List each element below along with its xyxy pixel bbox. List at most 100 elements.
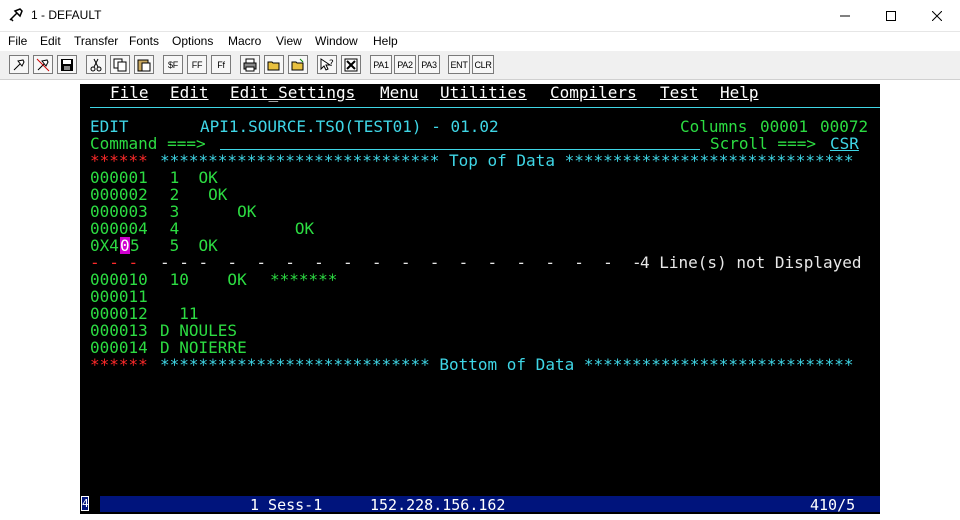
minimize-icon (840, 15, 850, 16)
column-start: 00001 (760, 117, 809, 136)
copy-button[interactable] (110, 55, 130, 74)
pa2-button[interactable]: PA2 (394, 55, 416, 74)
status-strip: 1 Sess-1 152.228.156.162 410/5 (100, 496, 880, 514)
line-command-suffix[interactable]: 5 (130, 237, 140, 254)
menu-file[interactable]: File (8, 34, 27, 48)
ispf-menu-help[interactable]: Help (720, 84, 759, 101)
top-marker: ****** (90, 151, 148, 170)
line-text[interactable]: D NOIERRE (160, 339, 247, 356)
toolbar: $F FF Ff ? PA1 PA2 PA3 ENT CLR (0, 51, 960, 80)
ispf-menu-edit[interactable]: Edit (170, 84, 209, 101)
edit-mode: EDIT (90, 117, 129, 136)
columns-label: Columns (680, 117, 748, 136)
command-input[interactable] (220, 149, 700, 150)
ispf-menu-test[interactable]: Test (660, 84, 699, 101)
command-line: Command ===> Scroll ===> CSR (90, 135, 859, 152)
data-line: 000003 3 OK (90, 203, 256, 220)
menu-fonts[interactable]: Fonts (129, 34, 159, 48)
stop-button[interactable] (341, 55, 361, 74)
menu-macro[interactable]: Macro (228, 34, 261, 48)
command-label: Command ===> (90, 134, 206, 153)
font-smaller-button[interactable]: Ff (211, 55, 231, 74)
line-number[interactable]: 000002 (90, 186, 148, 203)
maximize-button[interactable] (868, 0, 914, 31)
save-button[interactable] (57, 55, 77, 74)
line-text[interactable]: 2 OK (160, 186, 228, 203)
line-text[interactable]: 4 OK (160, 220, 315, 237)
line-number[interactable]: 000011 (90, 288, 148, 305)
connect-button[interactable] (9, 55, 29, 74)
ispf-menu-menu[interactable]: Menu (380, 84, 419, 101)
bottom-of-data: ****** **************************** Bott… (90, 356, 854, 373)
excluded-lines-text: 4 Line(s) not Displayed (640, 253, 862, 272)
data-line: 000014 D NOIERRE (90, 339, 247, 356)
line-text[interactable]: 3 OK (160, 203, 257, 220)
scroll-input[interactable]: CSR (830, 135, 859, 152)
ispf-menu-utilities[interactable]: Utilities (440, 84, 527, 101)
line-number[interactable]: 000010 (90, 271, 148, 288)
line-number[interactable]: 000012 (90, 305, 148, 322)
cut-button[interactable] (86, 55, 106, 74)
top-of-data: ****** ***************************** Top… (90, 152, 854, 169)
line-text[interactable]: 5 OK (160, 237, 218, 254)
disconnect-icon (36, 58, 50, 71)
ispf-menu-compilers[interactable]: Compilers (550, 84, 637, 101)
scissors-icon (90, 58, 102, 71)
menu-separator (90, 107, 880, 108)
line-text[interactable]: 10 OK (160, 271, 247, 288)
line-number[interactable]: 000003 (90, 203, 148, 220)
ispf-menu-file[interactable]: File (110, 84, 149, 101)
data-line: 000011 (90, 288, 148, 305)
data-line: 000010 10 OK ******* (90, 271, 337, 288)
line-number[interactable]: 000004 (90, 220, 148, 237)
font-select-button[interactable]: $F (163, 55, 183, 74)
terminal-screen[interactable]: File Edit Edit_Settings Menu Utilities C… (80, 84, 880, 494)
menu-view[interactable]: View (276, 34, 302, 48)
data-line: 000012 11 (90, 305, 199, 322)
help-pointer-icon: ? (320, 57, 334, 71)
open-button[interactable] (264, 55, 284, 74)
stop-icon (344, 58, 358, 71)
printer-icon (243, 58, 257, 71)
line-command-prefix[interactable]: 0X4 (90, 237, 119, 254)
clear-button[interactable]: CLR (472, 55, 494, 74)
data-line: 000001 1 OK (90, 169, 218, 186)
line-number[interactable]: 000013 (90, 322, 148, 339)
pa1-button[interactable]: PA1 (370, 55, 392, 74)
copy-icon (113, 58, 127, 71)
font-larger-icon: FF (191, 59, 203, 70)
paste-button[interactable] (134, 55, 154, 74)
menu-transfer[interactable]: Transfer (74, 34, 118, 48)
folder-icon (291, 58, 304, 70)
disconnect-button[interactable] (33, 55, 53, 74)
menu-window[interactable]: Window (315, 34, 358, 48)
svg-text:?: ? (329, 59, 334, 69)
pa3-button[interactable]: PA3 (418, 55, 440, 74)
menu-edit[interactable]: Edit (40, 34, 61, 48)
menu-options[interactable]: Options (172, 34, 213, 48)
line-text[interactable]: D NOULES (160, 322, 237, 339)
line-text[interactable]: 1 OK (160, 169, 218, 186)
bottom-of-data-text: **************************** Bottom of D… (160, 355, 854, 374)
host-address: 152.228.156.162 (370, 496, 506, 514)
line-number[interactable]: 000014 (90, 339, 148, 356)
enter-button[interactable]: ENT (448, 55, 470, 74)
operator-info-area: 4 1 Sess-1 152.228.156.162 410/5 (80, 494, 880, 514)
close-button[interactable] (914, 0, 960, 31)
folder-open-icon (267, 61, 280, 70)
line-text[interactable]: 11 (160, 305, 198, 322)
scroll-label: Scroll ===> (710, 134, 816, 153)
line-number[interactable]: 000001 (90, 169, 148, 186)
print-button[interactable] (240, 55, 260, 74)
ispf-menu-edit-settings[interactable]: Edit_Settings (230, 84, 355, 101)
menu-help[interactable]: Help (373, 34, 398, 48)
paste-icon (137, 59, 151, 71)
data-line: 0X4 0 5 5 OK (90, 237, 218, 254)
help-button[interactable]: ? (317, 55, 337, 74)
font-larger-button[interactable]: FF (187, 55, 207, 74)
folder-button[interactable] (288, 55, 308, 74)
excluded-lines-row: - - - - - - - - - - - - - - - - - - - - … (90, 254, 862, 271)
font-smaller-icon: Ff (217, 59, 225, 70)
minimize-button[interactable] (822, 0, 868, 31)
line-stars[interactable]: ******* (270, 271, 337, 288)
